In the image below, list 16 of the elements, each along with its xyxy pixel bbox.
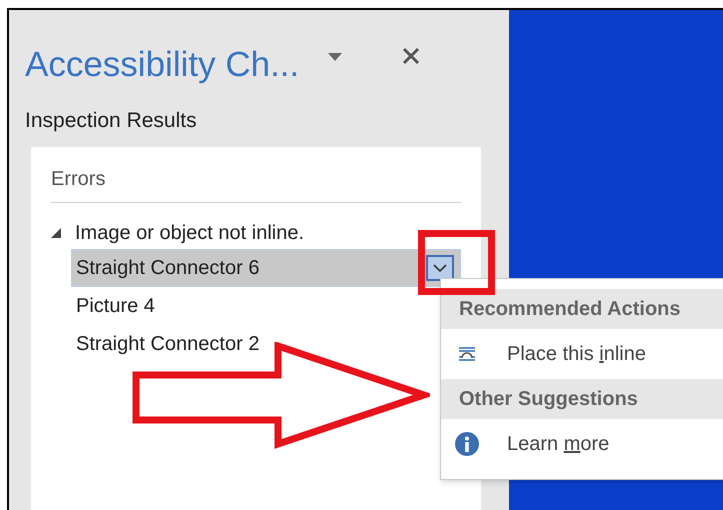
expanded-triangle-icon[interactable] — [51, 228, 61, 238]
section-label: Inspection Results — [25, 110, 198, 131]
error-category: Image or object not inline. — [75, 221, 304, 246]
menu-section-heading: Other Suggestions — [441, 379, 723, 419]
dropdown-triangle-icon — [328, 53, 342, 61]
info-icon — [455, 432, 479, 456]
errors-heading: Errors — [51, 168, 106, 190]
error-item[interactable]: Straight Connector 6 — [71, 249, 461, 287]
menu-item[interactable]: Place this inline — [507, 339, 646, 369]
menu-item[interactable]: Learn more — [507, 429, 610, 459]
chevron-down-icon — [433, 264, 447, 272]
inline-wrap-icon — [458, 347, 476, 361]
close-icon — [402, 47, 420, 65]
item-dropdown-button[interactable] — [426, 255, 454, 281]
pane-title: Accessibility Ch... — [25, 46, 300, 82]
menu-section-heading: Recommended Actions — [441, 289, 723, 329]
